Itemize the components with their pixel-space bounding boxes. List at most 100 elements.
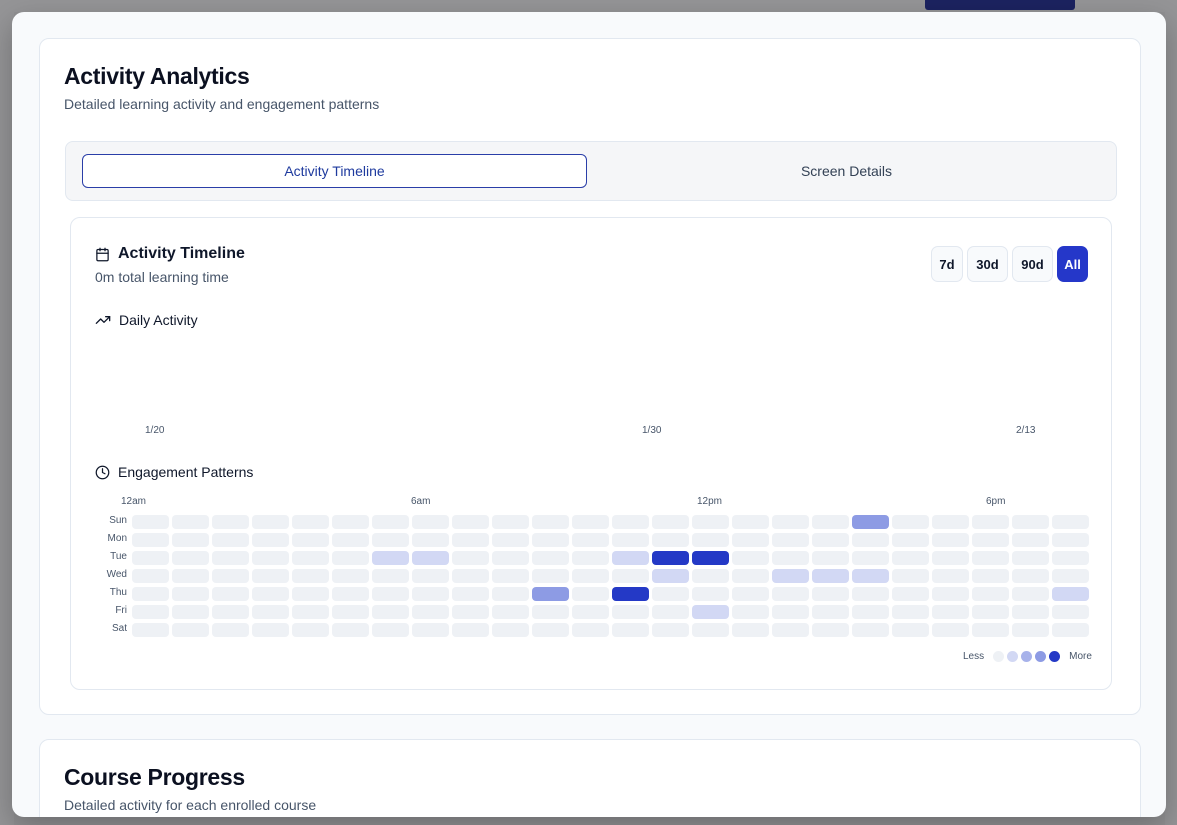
heatmap-cell[interactable] [492,587,529,601]
heatmap-cell[interactable] [212,551,249,565]
range-30d-button[interactable]: 30d [967,246,1008,282]
heatmap-cell[interactable] [372,533,409,547]
heatmap-cell[interactable] [732,623,769,637]
heatmap-cell[interactable] [252,515,289,529]
heatmap-cell[interactable] [1052,515,1089,529]
heatmap-cell[interactable] [452,515,489,529]
heatmap-cell[interactable] [172,515,209,529]
heatmap-cell[interactable] [972,605,1009,619]
heatmap-cell[interactable] [612,587,649,601]
heatmap-cell[interactable] [332,587,369,601]
heatmap-cell[interactable] [212,515,249,529]
heatmap-cell[interactable] [412,551,449,565]
heatmap-cell[interactable] [492,623,529,637]
heatmap-cell[interactable] [532,569,569,583]
heatmap-cell[interactable] [532,623,569,637]
heatmap-cell[interactable] [812,623,849,637]
heatmap-cell[interactable] [972,533,1009,547]
heatmap-cell[interactable] [732,569,769,583]
heatmap-cell[interactable] [332,605,369,619]
heatmap-cell[interactable] [732,551,769,565]
heatmap-cell[interactable] [292,605,329,619]
heatmap-cell[interactable] [812,551,849,565]
heatmap-cell[interactable] [692,515,729,529]
heatmap-cell[interactable] [252,569,289,583]
heatmap-cell[interactable] [492,569,529,583]
heatmap-cell[interactable] [812,605,849,619]
heatmap-cell[interactable] [452,587,489,601]
heatmap-cell[interactable] [1012,587,1049,601]
range-all-button[interactable]: All [1057,246,1088,282]
heatmap-cell[interactable] [132,605,169,619]
heatmap-cell[interactable] [172,605,209,619]
range-90d-button[interactable]: 90d [1012,246,1053,282]
heatmap-cell[interactable] [132,515,169,529]
heatmap-cell[interactable] [772,569,809,583]
tab-screen-details[interactable]: Screen Details [594,154,1099,188]
heatmap-cell[interactable] [132,551,169,565]
heatmap-cell[interactable] [732,515,769,529]
heatmap-cell[interactable] [532,551,569,565]
heatmap-cell[interactable] [412,587,449,601]
heatmap-cell[interactable] [812,515,849,529]
heatmap-cell[interactable] [692,623,729,637]
heatmap-cell[interactable] [572,515,609,529]
heatmap-cell[interactable] [812,533,849,547]
heatmap-cell[interactable] [652,605,689,619]
heatmap-cell[interactable] [652,551,689,565]
heatmap-cell[interactable] [772,551,809,565]
heatmap-cell[interactable] [332,551,369,565]
heatmap-cell[interactable] [292,515,329,529]
heatmap-cell[interactable] [732,605,769,619]
heatmap-cell[interactable] [172,587,209,601]
heatmap-cell[interactable] [172,623,209,637]
heatmap-cell[interactable] [172,551,209,565]
heatmap-cell[interactable] [612,623,649,637]
heatmap-cell[interactable] [1012,515,1049,529]
heatmap-cell[interactable] [652,623,689,637]
heatmap-cell[interactable] [372,587,409,601]
heatmap-cell[interactable] [132,533,169,547]
heatmap-cell[interactable] [252,605,289,619]
heatmap-cell[interactable] [572,605,609,619]
heatmap-cell[interactable] [772,587,809,601]
heatmap-cell[interactable] [892,569,929,583]
heatmap-cell[interactable] [332,515,369,529]
heatmap-cell[interactable] [1012,533,1049,547]
heatmap-cell[interactable] [452,533,489,547]
heatmap-cell[interactable] [772,605,809,619]
heatmap-cell[interactable] [212,623,249,637]
heatmap-cell[interactable] [372,551,409,565]
heatmap-cell[interactable] [852,515,889,529]
heatmap-cell[interactable] [372,569,409,583]
heatmap-cell[interactable] [532,515,569,529]
heatmap-cell[interactable] [452,605,489,619]
heatmap-cell[interactable] [292,569,329,583]
heatmap-cell[interactable] [972,551,1009,565]
heatmap-cell[interactable] [372,623,409,637]
range-7d-button[interactable]: 7d [931,246,963,282]
heatmap-cell[interactable] [172,569,209,583]
heatmap-cell[interactable] [492,551,529,565]
heatmap-cell[interactable] [252,533,289,547]
heatmap-cell[interactable] [612,515,649,529]
heatmap-cell[interactable] [372,605,409,619]
heatmap-cell[interactable] [652,569,689,583]
heatmap-cell[interactable] [932,533,969,547]
heatmap-cell[interactable] [612,569,649,583]
heatmap-cell[interactable] [1052,623,1089,637]
heatmap-cell[interactable] [932,623,969,637]
heatmap-cell[interactable] [532,533,569,547]
heatmap-cell[interactable] [612,551,649,565]
heatmap-cell[interactable] [212,569,249,583]
heatmap-cell[interactable] [572,533,609,547]
heatmap-cell[interactable] [212,605,249,619]
heatmap-cell[interactable] [892,605,929,619]
heatmap-cell[interactable] [772,533,809,547]
heatmap-cell[interactable] [1012,551,1049,565]
heatmap-cell[interactable] [412,533,449,547]
heatmap-cell[interactable] [252,551,289,565]
heatmap-cell[interactable] [292,587,329,601]
heatmap-cell[interactable] [412,515,449,529]
heatmap-cell[interactable] [1052,533,1089,547]
